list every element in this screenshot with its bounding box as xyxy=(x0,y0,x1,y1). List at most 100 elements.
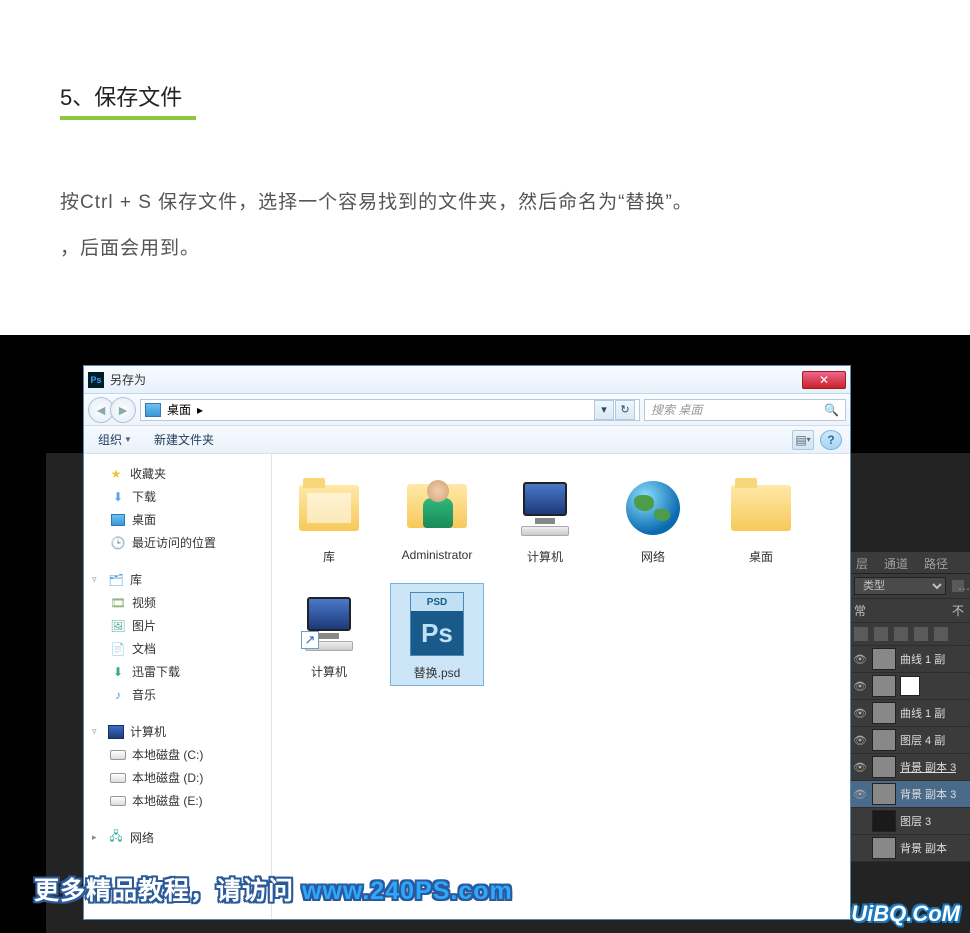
sidebar-item-music[interactable]: ♪音乐 xyxy=(88,683,267,706)
crumb-label: 桌面 xyxy=(167,401,191,418)
lock-artboard-icon[interactable] xyxy=(894,627,908,641)
file-item-desktop[interactable]: 桌面 xyxy=(714,468,808,569)
search-icon[interactable]: 🔍 xyxy=(824,403,839,417)
sidebar-item-desktop[interactable]: 桌面 xyxy=(88,508,267,531)
visibility-icon[interactable] xyxy=(852,813,868,829)
visibility-icon[interactable]: 👁 xyxy=(852,732,868,748)
library-icon: 🗂 xyxy=(108,572,124,588)
visibility-icon[interactable]: 👁 xyxy=(852,651,868,667)
sidebar-item-pictures[interactable]: 🖼图片 xyxy=(88,614,267,637)
visibility-icon[interactable] xyxy=(852,840,868,856)
tab-paths[interactable]: 路径 xyxy=(916,552,956,573)
file-label: 库 xyxy=(323,548,335,565)
lock-all-icon[interactable] xyxy=(914,627,928,641)
crumb-dropdown-button[interactable]: ▾ xyxy=(594,400,614,420)
network-icon: 🖧 xyxy=(108,830,124,846)
file-label: 计算机 xyxy=(527,548,563,565)
lock-pixels-icon[interactable] xyxy=(854,627,868,641)
layer-thumb xyxy=(872,810,896,832)
visibility-icon[interactable]: 👁 xyxy=(852,786,868,802)
close-button[interactable]: ✕ xyxy=(802,371,846,389)
kind-select[interactable]: 类型 xyxy=(854,577,946,595)
crumb-arrow-icon[interactable]: ▸ xyxy=(197,403,203,417)
desktop-icon xyxy=(111,514,125,526)
breadcrumb[interactable]: 桌面 ▸ ▾ ↻ xyxy=(140,399,640,421)
visibility-icon[interactable]: 👁 xyxy=(852,678,868,694)
file-item-computer-shortcut[interactable]: ↗ 计算机 xyxy=(282,583,376,686)
new-folder-button[interactable]: 新建文件夹 xyxy=(148,429,220,450)
body-line2: ，后面会用到。 xyxy=(60,226,910,272)
sidebar-item-downloads[interactable]: ⬇下载 xyxy=(88,485,267,508)
file-item-administrator[interactable]: Administrator xyxy=(390,468,484,569)
section-heading: 5、保存文件 xyxy=(60,80,196,120)
layer-thumb xyxy=(872,675,896,697)
organize-button[interactable]: 组织 ▼ xyxy=(92,429,138,450)
library-group[interactable]: ▿🗂库 xyxy=(88,568,267,591)
sidebar-item-recent[interactable]: 🕒最近访问的位置 xyxy=(88,531,267,554)
sidebar-item-thunder[interactable]: ⬇迅雷下载 xyxy=(88,660,267,683)
sidebar-item-disk-c[interactable]: 本地磁盘 (C:) xyxy=(88,743,267,766)
nav-buttons: ◄ ► xyxy=(88,397,136,423)
layer-row[interactable]: 👁 背景 副本 3 xyxy=(848,754,970,781)
save-as-dialog: Ps 另存为 ✕ ◄ ► 桌面 ▸ ▾ ↻ 搜索 桌面 🔍 组织 ▼ 新建文件夹 xyxy=(83,365,851,920)
file-item-library[interactable]: 库 xyxy=(282,468,376,569)
document-icon: 📄 xyxy=(110,641,126,657)
recent-icon: 🕒 xyxy=(110,535,126,551)
download-icon: ⬇ xyxy=(110,489,126,505)
file-item-psd[interactable]: PSDPs 替换.psd xyxy=(390,583,484,686)
lock-fill-icon[interactable] xyxy=(934,627,948,641)
search-placeholder: 搜索 桌面 xyxy=(651,401,702,418)
sidebar-item-video[interactable]: 🎞视频 xyxy=(88,591,267,614)
watermark-text: 更多精品教程，请访问 www.240PS.com xyxy=(34,871,513,907)
file-item-network[interactable]: 网络 xyxy=(606,468,700,569)
help-button[interactable]: ? xyxy=(820,430,842,450)
refresh-button[interactable]: ↻ xyxy=(615,400,635,420)
chevron-down-icon: ▼ xyxy=(124,435,132,444)
lock-position-icon[interactable] xyxy=(874,627,888,641)
blend-row: 常 不 xyxy=(848,599,970,623)
dialog-title: 另存为 xyxy=(110,371,802,388)
layer-row[interactable]: 👁 图层 4 副 xyxy=(848,727,970,754)
library-folder-icon xyxy=(299,485,359,531)
blend-label: 常 xyxy=(854,602,866,619)
lock-icons-row xyxy=(848,623,970,646)
visibility-icon[interactable]: 👁 xyxy=(852,705,868,721)
layer-row[interactable]: 👁 曲线 1 副 xyxy=(848,646,970,673)
sidebar-item-disk-d[interactable]: 本地磁盘 (D:) xyxy=(88,766,267,789)
forward-button[interactable]: ► xyxy=(110,397,136,423)
favorites-group[interactable]: ★收藏夹 xyxy=(88,462,267,485)
opacity-label: 不 xyxy=(952,602,964,619)
desktop-icon xyxy=(145,403,161,417)
music-icon: ♪ xyxy=(110,687,126,703)
layer-row[interactable]: 背景 副本 xyxy=(848,835,970,862)
visibility-icon[interactable]: 👁 xyxy=(852,759,868,775)
article-section: 5、保存文件 按Ctrl + S 保存文件，选择一个容易找到的文件夹，然后命名为… xyxy=(0,0,970,311)
expand-icon[interactable]: ▿ xyxy=(92,726,102,737)
sidebar-item-documents[interactable]: 📄文档 xyxy=(88,637,267,660)
file-label: 网络 xyxy=(641,548,665,565)
search-input[interactable]: 搜索 桌面 🔍 xyxy=(644,399,846,421)
photoshop-icon: Ps xyxy=(88,372,104,388)
folder-icon xyxy=(731,485,791,531)
layer-label: 曲线 1 副 xyxy=(900,651,945,667)
file-item-computer[interactable]: 计算机 xyxy=(498,468,592,569)
layer-row[interactable]: 图层 3 xyxy=(848,808,970,835)
layer-row[interactable]: 👁 xyxy=(848,673,970,700)
expand-icon[interactable]: ▿ xyxy=(92,574,102,585)
network-group[interactable]: ▸🖧网络 xyxy=(88,826,267,849)
titlebar: Ps 另存为 ✕ xyxy=(84,366,850,394)
kind-row: 类型 xyxy=(848,574,970,599)
file-label: 计算机 xyxy=(311,663,347,680)
view-options-button[interactable]: ▤▾ xyxy=(792,430,814,450)
layer-row[interactable]: 👁 背景 副本 3 xyxy=(848,781,970,808)
tab-channels[interactable]: 通道 xyxy=(876,552,916,573)
layer-thumb xyxy=(872,648,896,670)
layer-row[interactable]: 👁 曲线 1 副 xyxy=(848,700,970,727)
sidebar-item-disk-e[interactable]: 本地磁盘 (E:) xyxy=(88,789,267,812)
drive-icon xyxy=(110,747,126,763)
expand-icon[interactable]: ▸ xyxy=(92,832,102,843)
layer-thumb xyxy=(872,837,896,859)
layer-mask xyxy=(900,676,920,696)
tab-layers[interactable]: 层 xyxy=(848,552,876,573)
computer-group[interactable]: ▿计算机 xyxy=(88,720,267,743)
